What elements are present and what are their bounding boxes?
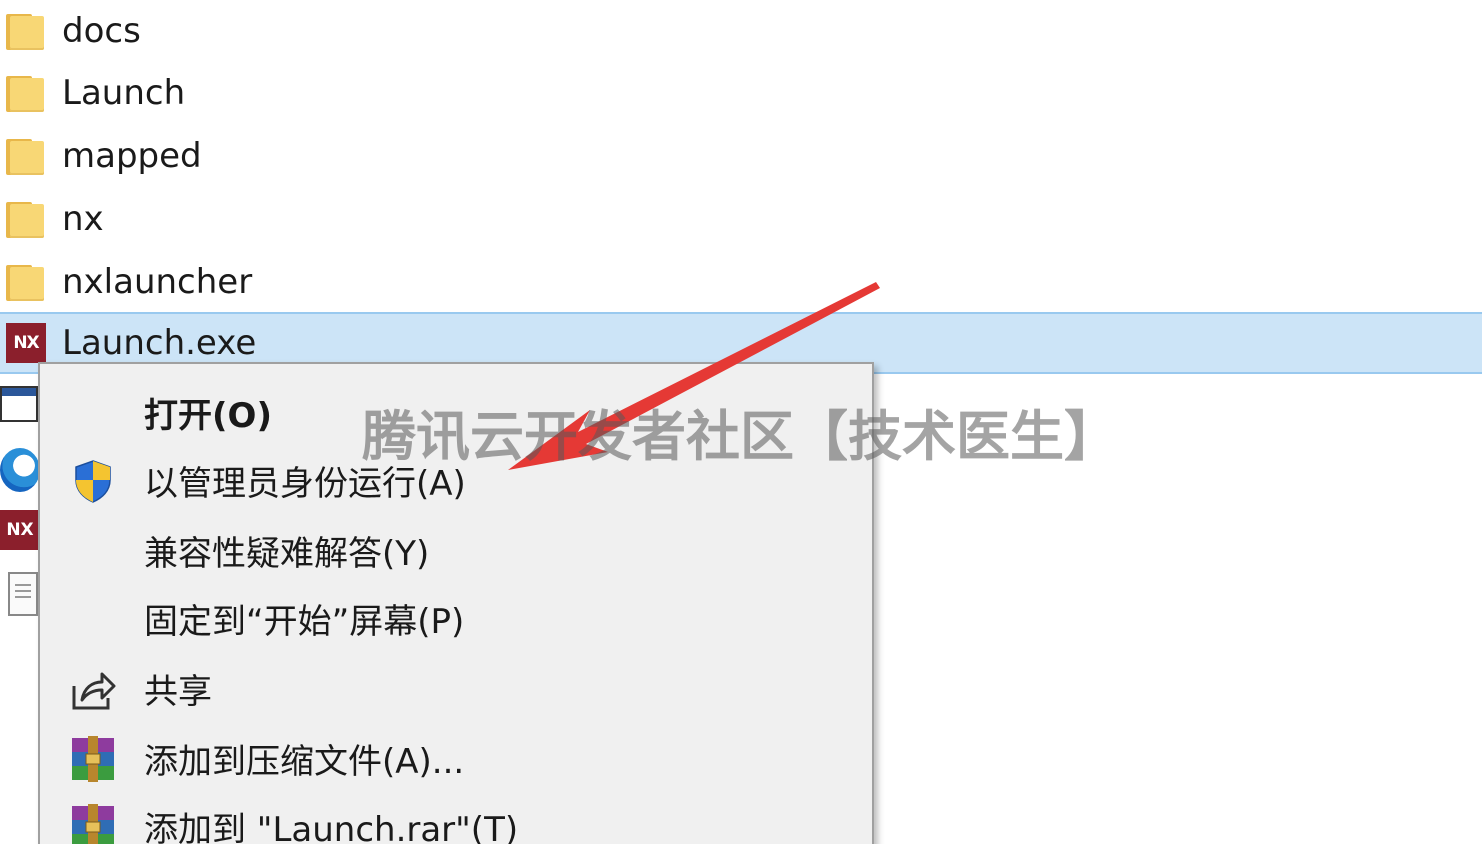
watermark: 腾讯云开发者社区【技术医生】 — [362, 405, 1118, 468]
explorer-window: docs Launch mapped nx nxlauncher NX Laun… — [0, 0, 1482, 844]
